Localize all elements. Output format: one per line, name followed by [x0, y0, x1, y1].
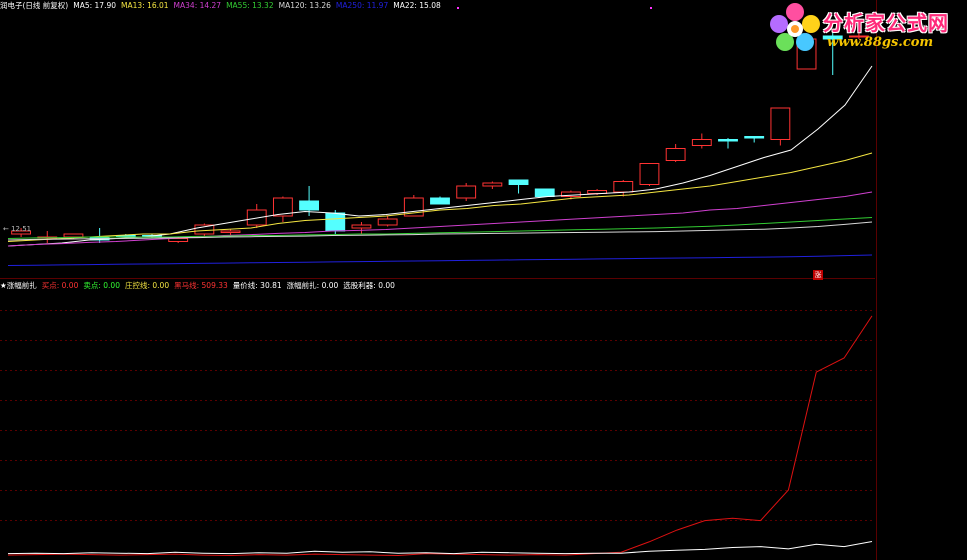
price-level-tag: ← 12.51 — [3, 225, 32, 233]
candle — [351, 222, 372, 234]
candle-body — [377, 218, 398, 226]
candle — [691, 133, 712, 149]
time-marker — [650, 7, 652, 9]
zhang-signal-badge: 涨 — [813, 270, 823, 280]
sub-indicator-label-6: 选股利器: 0.00 — [343, 281, 395, 290]
sub-indicator-label-0: 买点: 0.00 — [41, 281, 79, 290]
candle-body — [534, 188, 555, 197]
ma-line-MA5 — [7, 65, 873, 247]
ma-line-MA55 — [7, 217, 873, 239]
candle-body — [665, 148, 686, 161]
sub-line-量价线 — [7, 541, 873, 555]
indicator-series — [7, 315, 873, 557]
candle-body — [168, 238, 189, 242]
sub-indicator-label-3: 黑马线: 509.33 — [174, 281, 228, 290]
candle-body — [508, 179, 529, 185]
stock-chart-window: 润电子(日线 前复权) MA5: 17.90 MA13: 16.01 MA34: 14… — [0, 0, 967, 560]
sub-indicator-label-5: 涨幅前扎: 0.00 — [286, 281, 339, 290]
candle-body — [246, 209, 267, 226]
candlestick-series — [11, 33, 869, 243]
candle — [534, 188, 555, 197]
candle — [246, 204, 267, 228]
price-panel-header: 润电子(日线 前复权) MA5: 17.90 MA13: 16.01 MA34: 14… — [0, 0, 451, 12]
ma-line-MA250 — [7, 254, 873, 266]
sub-indicator-label-4: 量价线: 30.81 — [232, 281, 282, 290]
candle-body — [220, 230, 241, 233]
candle-body — [718, 139, 738, 142]
stock-name: 润电子(日线 前复权) — [0, 1, 69, 10]
candle-body — [691, 139, 712, 146]
sub-indicator-label-1: 卖点: 0.00 — [83, 281, 120, 290]
candle-body — [613, 181, 634, 193]
candle — [272, 196, 293, 222]
ma-indicator-label-1: MA13: 16.01 — [121, 1, 169, 10]
sub-line-黑马线 — [7, 315, 873, 557]
candle-body — [456, 185, 477, 199]
candle-body — [770, 107, 791, 140]
candle-body — [63, 233, 84, 238]
candle — [744, 136, 765, 143]
sub-indicator-label-2: 庄控线: 0.00 — [124, 281, 170, 290]
indicator-panel-header: ★涨幅前扎 买点: 0.00 卖点: 0.00 庄控线: 0.00 黑马线: 509.3… — [0, 280, 405, 292]
candle — [377, 216, 398, 227]
logo-title: 分析家公式网 — [823, 11, 949, 35]
candle — [770, 107, 791, 146]
candle — [89, 228, 110, 243]
ma-indicator-label-3: MA55: 13.32 — [226, 1, 274, 10]
candle-body — [430, 197, 450, 205]
moving-average-lines — [7, 65, 873, 266]
ma-indicator-label-0: MA5: 17.90 — [73, 1, 117, 10]
logo: 分析家公式网 www.88gs.com — [767, 2, 965, 56]
candle — [430, 196, 450, 205]
candle — [665, 144, 686, 162]
indicator-title: ★涨幅前扎 — [0, 281, 37, 290]
flower-logo-icon — [770, 3, 820, 51]
candle — [37, 231, 58, 243]
candle-body — [482, 182, 503, 187]
ma-indicator-label-4: MA120: 13.26 — [278, 1, 331, 10]
candle — [482, 181, 503, 189]
candle — [613, 180, 634, 197]
candle — [639, 163, 660, 186]
candle-body — [299, 200, 320, 211]
candle — [456, 183, 477, 201]
candle-body — [351, 224, 372, 229]
candle — [508, 179, 529, 194]
logo-url: www.88gs.com — [827, 35, 934, 50]
time-marker — [457, 7, 459, 9]
candle — [718, 138, 738, 149]
ma-indicator-label-2: MA34: 14.27 — [173, 1, 222, 10]
ma-indicator-label-5: MA250: 11.97 — [335, 1, 389, 10]
candle-body — [639, 163, 660, 185]
candle-body — [744, 136, 765, 139]
candle-body — [325, 212, 346, 232]
ma-indicator-label-6: MA22: 15.08 — [393, 1, 441, 10]
